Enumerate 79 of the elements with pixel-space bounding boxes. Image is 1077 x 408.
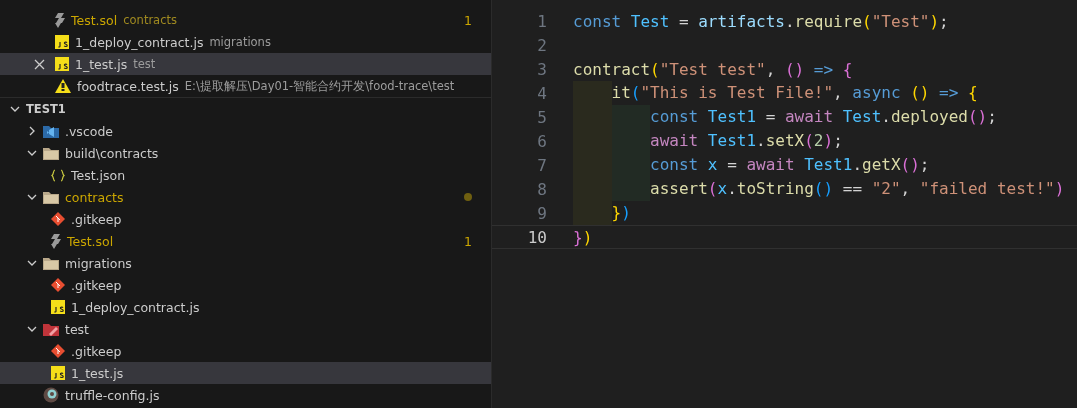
tree-item-label: test bbox=[65, 321, 89, 337]
tree-item[interactable]: Test.sol 1 bbox=[0, 230, 491, 252]
code-line: contract("Test test", () => { bbox=[573, 59, 853, 79]
file-name: 1_deploy_contract.js bbox=[75, 34, 204, 50]
tree-item[interactable]: Test.json bbox=[0, 164, 491, 186]
code-line: }) bbox=[573, 227, 593, 247]
folder-icon bbox=[43, 124, 59, 138]
solidity-icon bbox=[51, 233, 61, 249]
open-editor-item[interactable]: Test.sol contracts 1 bbox=[0, 9, 491, 31]
tree-item[interactable]: truffle-config.js bbox=[0, 384, 491, 406]
tree-item-label: .vscode bbox=[65, 123, 114, 139]
tree-item-label: .gitkeep bbox=[71, 211, 122, 227]
tree-item[interactable]: 1_deploy_contract.js bbox=[0, 296, 491, 318]
js-file-icon bbox=[55, 57, 69, 71]
line-number: 7 bbox=[536, 155, 547, 175]
js-file-icon bbox=[51, 366, 65, 380]
code-line: }) bbox=[573, 201, 631, 225]
tree-item[interactable]: migrations bbox=[0, 252, 491, 274]
tree-item-label: Test.json bbox=[71, 167, 126, 183]
tree-item-label: .gitkeep bbox=[71, 277, 122, 293]
line-number: 1 bbox=[536, 11, 547, 31]
line-number: 2 bbox=[536, 35, 547, 55]
tree-item[interactable]: .gitkeep bbox=[0, 208, 491, 230]
code-line: it("This is Test File!", async () => { bbox=[573, 81, 978, 105]
section-header[interactable]: TEST1 bbox=[0, 97, 491, 120]
line-number: 9 bbox=[536, 203, 547, 223]
tree-item-label: truffle-config.js bbox=[65, 387, 160, 403]
code-line: const Test = artifacts.require("Test"); bbox=[573, 11, 949, 31]
tree-item-label: Test.sol bbox=[67, 233, 114, 249]
tree-item[interactable]: .gitkeep bbox=[0, 340, 491, 362]
line-number: 6 bbox=[536, 131, 547, 151]
tree-item[interactable]: contracts bbox=[0, 186, 491, 208]
truffle-icon bbox=[43, 387, 59, 403]
code-line: const Test1 = await Test.deployed(); bbox=[573, 105, 997, 129]
file-path: migrations bbox=[209, 35, 271, 49]
file-path: contracts bbox=[123, 13, 177, 27]
chevron-icon bbox=[10, 104, 20, 114]
open-editor-item[interactable]: foodtrace.test.js E:\提取解压\Day01-智能合约开发\food-trace\test bbox=[0, 75, 491, 97]
tree-item-label: 1_deploy_contract.js bbox=[71, 299, 200, 315]
code-line: assert(x.toString() == "2", "failed test!") bbox=[573, 177, 1065, 201]
folder-icon bbox=[43, 146, 59, 160]
line-number: 4 bbox=[536, 83, 547, 103]
file-name: 1_test.js bbox=[75, 56, 128, 72]
tree-item-label: migrations bbox=[65, 255, 132, 271]
tree-item[interactable]: 1_test.js bbox=[0, 362, 491, 384]
file-name: Test.sol bbox=[71, 12, 118, 28]
tree-item-label: .gitkeep bbox=[71, 343, 122, 359]
folder-icon bbox=[43, 190, 59, 204]
js-file-icon bbox=[55, 35, 69, 49]
line-number: 8 bbox=[536, 179, 547, 199]
git-icon bbox=[51, 344, 65, 358]
open-editor-item[interactable]: 1_test.js test bbox=[0, 53, 491, 75]
open-editor-item[interactable]: 1_deploy_contract.js migrations bbox=[0, 31, 491, 53]
git-icon bbox=[51, 278, 65, 292]
js-warning-icon bbox=[55, 79, 71, 93]
line-number: 10 bbox=[526, 227, 547, 247]
tree-item[interactable]: test bbox=[0, 318, 491, 340]
file-name: foodtrace.test.js bbox=[77, 78, 179, 94]
code-line: await Test1.setX(2); bbox=[573, 129, 843, 153]
problem-count: 1 bbox=[464, 12, 472, 28]
tree-item[interactable]: build\contracts bbox=[0, 142, 491, 164]
close-icon[interactable] bbox=[34, 58, 45, 70]
json-icon bbox=[51, 168, 65, 182]
code-line: const x = await Test1.getX(); bbox=[573, 153, 930, 177]
tree-item[interactable]: .gitkeep bbox=[0, 274, 491, 296]
js-file-icon bbox=[51, 300, 65, 314]
tree-item-label: build\contracts bbox=[65, 145, 159, 161]
file-path: E:\提取解压\Day01-智能合约开发\food-trace\test bbox=[184, 78, 455, 94]
line-number: 3 bbox=[536, 59, 547, 79]
line-number: 5 bbox=[536, 107, 547, 127]
file-path: test bbox=[133, 57, 156, 71]
tree-item[interactable]: .vscode bbox=[0, 120, 491, 142]
problem-count: 1 bbox=[464, 233, 472, 249]
tree-item-label: contracts bbox=[65, 189, 124, 205]
solidity-icon bbox=[55, 12, 65, 28]
tree-item-label: 1_test.js bbox=[71, 365, 124, 381]
folder-icon bbox=[43, 256, 59, 270]
git-icon bbox=[51, 212, 65, 226]
folder-icon bbox=[43, 322, 59, 336]
